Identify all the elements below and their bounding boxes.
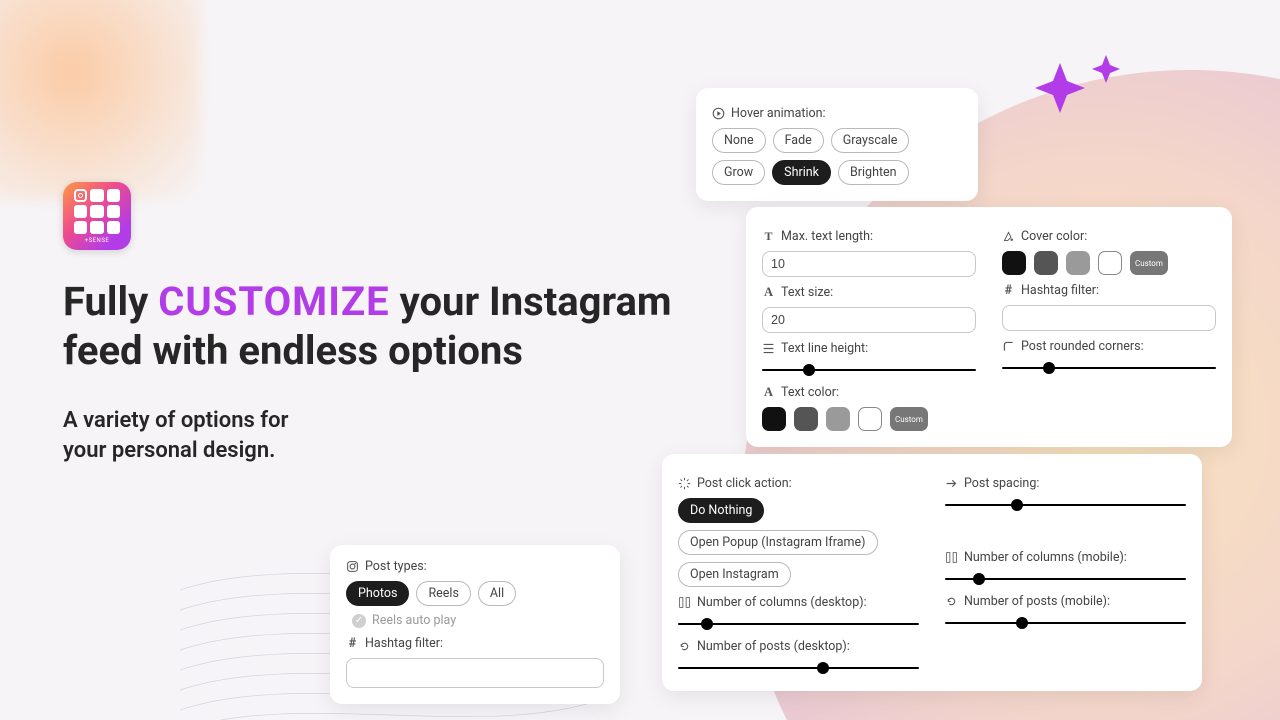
pill-all[interactable]: All: [478, 581, 516, 606]
label-hover-animation: Hover animation:: [712, 106, 962, 121]
label-hashtag-filter: # Hashtag filter:: [1002, 283, 1216, 298]
subtitle-line1: A variety of options for: [63, 406, 683, 436]
label-posts-desktop: Number of posts (desktop):: [678, 639, 919, 654]
pill-open-instagram[interactable]: Open Instagram: [678, 562, 791, 587]
pill-photos[interactable]: Photos: [346, 581, 409, 606]
panel-text-settings: T Max. text length: A Text size: Text li…: [746, 207, 1232, 447]
text-color-icon: A: [762, 386, 775, 399]
label-post-types: Post types:: [346, 559, 604, 574]
line-height-icon: [762, 342, 775, 355]
play-icon: [712, 107, 725, 120]
refresh-icon: [945, 595, 958, 608]
label-cols-desktop: Number of columns (desktop):: [678, 595, 919, 610]
label-hover-text: Hover animation:: [731, 106, 826, 121]
font-size-icon: A: [762, 286, 775, 299]
slider-rounded-corners[interactable]: [1002, 361, 1216, 375]
pill-grayscale[interactable]: Grayscale: [831, 128, 910, 153]
subtitle: A variety of options for your personal d…: [63, 406, 683, 467]
label-line-height: Text line height:: [762, 341, 976, 356]
app-icon: +SENSE: [63, 182, 131, 250]
label-rounded-corners: Post rounded corners:: [1002, 339, 1216, 354]
label-hashtag-filter-2: # Hashtag filter:: [346, 636, 604, 651]
pill-shrink[interactable]: Shrink: [772, 160, 831, 185]
pill-none[interactable]: None: [712, 128, 766, 153]
swatch-dgray[interactable]: [794, 407, 818, 431]
pill-grow[interactable]: Grow: [712, 160, 765, 185]
background-blob-topleft: [0, 0, 200, 200]
swatch-white[interactable]: [858, 407, 882, 431]
swatch-dgray[interactable]: [1034, 251, 1058, 275]
slider-posts-desktop[interactable]: [678, 661, 919, 675]
pill-open-popup-instagram-iframe-[interactable]: Open Popup (Instagram Iframe): [678, 530, 878, 555]
label-posts-mobile: Number of posts (mobile):: [945, 594, 1186, 609]
hash-icon: #: [1002, 284, 1015, 297]
columns-icon: [945, 551, 958, 564]
panel-layout-settings: Post click action: Do Nothing Open Popup …: [662, 454, 1202, 691]
swatch-black[interactable]: [1002, 251, 1026, 275]
swatch-custom[interactable]: Custom: [890, 407, 928, 431]
slider-line-height[interactable]: [762, 363, 976, 377]
columns-icon: [678, 596, 691, 609]
swatch-custom[interactable]: Custom: [1130, 251, 1168, 275]
arrow-right-icon: [945, 477, 958, 490]
sparkle-icon: [1030, 55, 1140, 125]
pill-reels[interactable]: Reels: [416, 581, 470, 606]
input-text-size[interactable]: [762, 307, 976, 333]
click-action-options: Do Nothing Open Popup (Instagram Iframe) O…: [678, 498, 919, 587]
label-max-text-length: T Max. text length:: [762, 229, 976, 244]
swatches-text-color: Custom: [762, 407, 976, 431]
label-text-size: A Text size:: [762, 285, 976, 300]
slider-cols-mobile[interactable]: [945, 572, 1186, 586]
subtitle-line2: your personal design.: [63, 436, 683, 466]
input-hashtag-filter-2[interactable]: [346, 658, 604, 688]
page-title: Fully CUSTOMIZE your Instagram feed with…: [63, 278, 683, 376]
label-text-color: A Text color:: [762, 385, 976, 400]
refresh-icon: [678, 640, 691, 653]
headline-accent: CUSTOMIZE: [158, 278, 389, 325]
pill-brighten[interactable]: Brighten: [838, 160, 909, 185]
swatch-gray[interactable]: [826, 407, 850, 431]
app-icon-caption: +SENSE: [85, 237, 110, 244]
label-post-spacing: Post spacing:: [945, 476, 1186, 491]
swatch-gray[interactable]: [1066, 251, 1090, 275]
pill-do-nothing[interactable]: Do Nothing: [678, 498, 764, 523]
swatch-white[interactable]: [1098, 251, 1122, 275]
panel-post-types: Post types: Photos Reels All ✓ Reels auto …: [330, 545, 620, 704]
cover-color-icon: [1002, 230, 1015, 243]
swatches-cover-color: Custom: [1002, 251, 1216, 275]
headline: Fully CUSTOMIZE your Instagram feed with…: [63, 278, 683, 466]
hash-icon: #: [346, 637, 359, 650]
click-icon: [678, 477, 691, 490]
swatch-black[interactable]: [762, 407, 786, 431]
text-icon: T: [762, 230, 775, 243]
panel-hover-animation: Hover animation: None Fade Grayscale Grow Sh…: [696, 88, 978, 201]
check-icon: ✓: [352, 614, 366, 628]
corner-icon: [1002, 340, 1015, 353]
pill-fade[interactable]: Fade: [773, 128, 824, 153]
label-cover-color: Cover color:: [1002, 229, 1216, 244]
label-cols-mobile: Number of columns (mobile):: [945, 550, 1186, 565]
instagram-icon: [346, 560, 359, 573]
input-max-text-length[interactable]: [762, 251, 976, 277]
slider-posts-mobile[interactable]: [945, 616, 1186, 630]
slider-cols-desktop[interactable]: [678, 617, 919, 631]
slider-post-spacing[interactable]: [945, 498, 1186, 512]
hover-options: None Fade Grayscale Grow Shrink Brighten: [712, 128, 962, 185]
label-click-action: Post click action:: [678, 476, 919, 491]
input-hashtag-filter[interactable]: [1002, 305, 1216, 331]
checkbox-reels-autoplay[interactable]: ✓ Reels auto play: [352, 613, 456, 628]
headline-part1: Fully: [63, 278, 158, 325]
